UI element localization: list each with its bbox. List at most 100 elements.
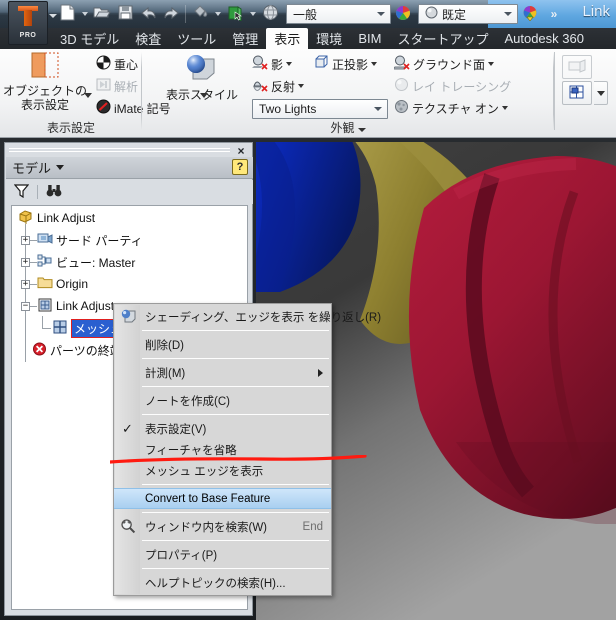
- shadow-button[interactable]: 影: [252, 55, 293, 73]
- reflection-button[interactable]: 反射: [252, 77, 305, 95]
- appearance-combo-caret-icon[interactable]: [501, 12, 515, 16]
- tree-item-link-adjust-root[interactable]: Link Adjust: [18, 210, 95, 226]
- tree-connector-vertical: [42, 316, 43, 328]
- context-menu-separator: [142, 358, 329, 359]
- open-file-button[interactable]: [91, 4, 113, 25]
- paint-dropdown-icon[interactable]: [212, 4, 223, 25]
- tree-expander-plus[interactable]: +: [21, 257, 30, 267]
- context-menu-item-suppress-feature[interactable]: フィーチャを省略: [114, 439, 331, 460]
- context-menu-separator: [142, 414, 329, 415]
- orthographic-button[interactable]: 正投影: [314, 55, 378, 73]
- shadow-icon: [252, 55, 268, 73]
- panel-appearance-caret-icon[interactable]: [357, 128, 366, 132]
- view-master-icon: [37, 254, 53, 271]
- context-menu-item-show-mesh-edges[interactable]: メッシュ エッジを表示: [114, 460, 331, 481]
- context-menu-item-label: ノートを作成(C): [145, 395, 230, 408]
- paint-button[interactable]: [189, 4, 211, 25]
- display-style-dropdown-caret-icon[interactable]: [200, 93, 208, 98]
- tree-item-third-party[interactable]: + サード パーティ: [21, 232, 143, 248]
- new-document-button[interactable]: [56, 4, 78, 25]
- user-interface-button[interactable]: [562, 55, 592, 79]
- lights-combo-value: Two Lights: [259, 102, 317, 116]
- material-browser-button[interactable]: [392, 4, 414, 25]
- undo-arrow-icon: [140, 6, 157, 23]
- filter-funnel-icon[interactable]: [13, 183, 30, 201]
- center-of-gravity-button[interactable]: 重心: [96, 55, 138, 73]
- reflection-dropdown-caret-icon[interactable]: [298, 84, 305, 88]
- browser-close-button[interactable]: ×: [234, 144, 248, 157]
- redo-arrow-icon: [163, 6, 180, 23]
- new-document-icon: [60, 4, 75, 24]
- tree-expander-plus[interactable]: +: [21, 235, 30, 245]
- tab-getting-started[interactable]: スタートアップ: [389, 28, 496, 49]
- tree-item-view-master[interactable]: + ビュー: Master: [21, 254, 135, 270]
- context-menu-item-delete[interactable]: 削除(D): [114, 334, 331, 355]
- update-button[interactable]: [259, 4, 281, 25]
- browser-title-bar[interactable]: モデル: [6, 157, 253, 179]
- tree-item-link-adjust-body[interactable]: − Link Adjust: [21, 298, 114, 314]
- shadow-dropdown-caret-icon[interactable]: [286, 62, 293, 66]
- return-dropdown-icon[interactable]: [247, 4, 258, 25]
- appearance-combo[interactable]: 既定: [418, 4, 518, 24]
- tree-item-end-of-part[interactable]: パーツの終端: [32, 342, 122, 358]
- analysis-icon: [96, 77, 111, 95]
- ground-plane-dropdown-caret-icon[interactable]: [488, 62, 495, 66]
- redo-button[interactable]: [160, 4, 182, 25]
- browser-help-button[interactable]: ?: [232, 159, 248, 175]
- application-menu-caret-icon[interactable]: [49, 14, 57, 18]
- texture-on-dropdown-caret-icon[interactable]: [501, 106, 508, 110]
- panel-appearance-label: 外観: [202, 119, 494, 136]
- tab-tools[interactable]: ツール: [169, 28, 224, 49]
- browser-title-caret-icon[interactable]: [56, 165, 65, 170]
- tree-item-origin[interactable]: + Origin: [21, 276, 88, 292]
- tab-autodesk-360[interactable]: Autodesk 360: [496, 28, 592, 49]
- tab-manage[interactable]: 管理: [224, 28, 266, 49]
- tree-expander-minus[interactable]: −: [21, 301, 30, 311]
- new-document-dropdown-icon[interactable]: [79, 4, 90, 25]
- context-menu-item-find-in-window[interactable]: ウィンドウ内を検索(W) End: [114, 516, 331, 537]
- lights-combo-caret-icon[interactable]: [371, 107, 385, 111]
- lights-combo[interactable]: Two Lights: [252, 99, 388, 119]
- context-menu-item-search-help-topic[interactable]: ヘルプトピックの検索(H)...: [114, 572, 331, 593]
- tab-view[interactable]: 表示: [266, 28, 309, 49]
- appearance-sphere-icon: [425, 6, 438, 22]
- tab-environment[interactable]: 環境: [308, 28, 350, 49]
- material-combo[interactable]: 一般: [286, 4, 391, 24]
- tree-expander-plus[interactable]: +: [21, 279, 30, 289]
- analysis-button[interactable]: 解析: [96, 77, 138, 95]
- tab-inspect[interactable]: 検査: [127, 28, 169, 49]
- browser-title-label: モデル: [12, 161, 52, 176]
- context-menu-item-measure[interactable]: 計測(M): [114, 362, 331, 383]
- window-title: Link: [582, 3, 610, 20]
- browser-drag-grip[interactable]: [9, 146, 230, 155]
- material-combo-caret-icon[interactable]: [374, 12, 388, 16]
- user-interface-icon: [567, 58, 587, 77]
- object-visibility-dropdown-caret-icon[interactable]: [84, 93, 92, 98]
- tab-3d-model[interactable]: 3D モデル: [52, 28, 127, 49]
- save-button[interactable]: [114, 4, 136, 25]
- tile-windows-dropdown-button[interactable]: [594, 81, 608, 105]
- application-button[interactable]: PRO: [8, 1, 48, 45]
- context-menu-item-visibility-settings[interactable]: ✓ 表示設定(V): [114, 418, 331, 439]
- zoom-window-icon: [120, 518, 136, 537]
- binoculars-icon[interactable]: [46, 184, 62, 201]
- inventor-logo-icon: [15, 5, 41, 31]
- tile-windows-button[interactable]: [562, 81, 592, 105]
- context-menu-item-convert-to-base-feature[interactable]: Convert to Base Feature: [114, 488, 331, 509]
- undo-button[interactable]: [137, 4, 159, 25]
- context-menu-item-repeat-shading[interactable]: シェーディング、エッジを表示 を繰り返し(R): [114, 306, 381, 327]
- panel-appearance-label-text: 外観: [330, 121, 355, 135]
- context-menu-item-properties[interactable]: プロパティ(P): [114, 544, 331, 565]
- return-button[interactable]: [224, 4, 246, 25]
- qat-overflow-button[interactable]: »: [542, 4, 564, 25]
- object-visibility-button[interactable]: オブジェクトの 表示設定: [2, 51, 88, 112]
- tab-bim[interactable]: BIM: [350, 28, 389, 49]
- texture-on-button[interactable]: テクスチャ オン: [394, 99, 508, 117]
- tree-item-label: Link Adjust: [37, 211, 96, 225]
- shadow-label: 影: [271, 57, 284, 72]
- object-visibility-label-2: 表示設定: [20, 98, 69, 112]
- orthographic-dropdown-caret-icon[interactable]: [371, 62, 378, 66]
- ground-plane-button[interactable]: グラウンド面: [391, 55, 495, 73]
- context-menu-item-create-note[interactable]: ノートを作成(C): [114, 390, 331, 411]
- appearance-browser-button[interactable]: [519, 4, 541, 25]
